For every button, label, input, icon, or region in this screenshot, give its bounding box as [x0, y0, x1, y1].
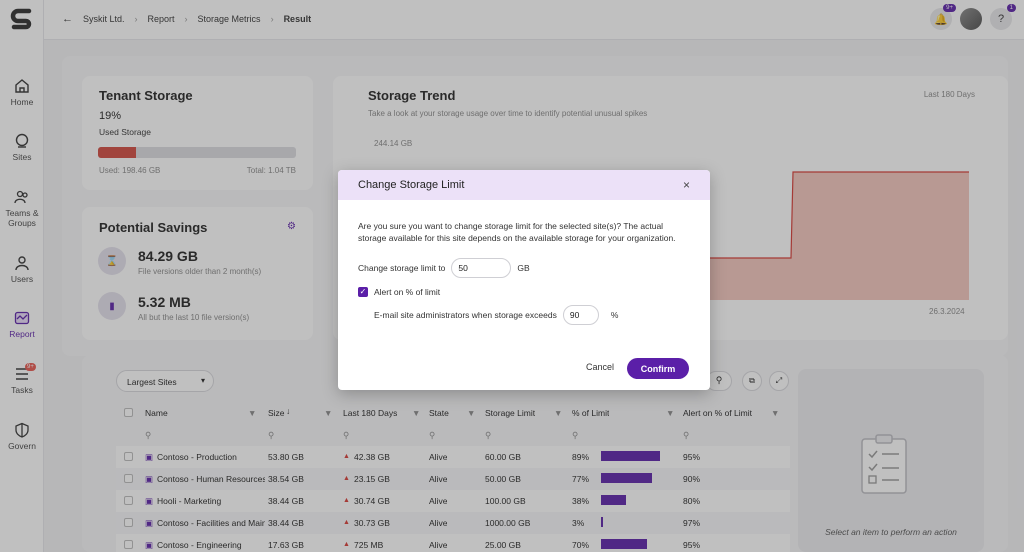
alert-percent-input[interactable]: 90	[562, 305, 599, 325]
confirm-button[interactable]: Confirm	[627, 358, 689, 379]
dialog-message: Are you sure you want to change storage …	[358, 221, 676, 243]
cancel-button[interactable]: Cancel	[586, 362, 614, 372]
storage-limit-input[interactable]: 50	[451, 258, 512, 278]
limit-label: Change storage limit to	[358, 263, 446, 273]
email-unit: %	[610, 310, 619, 320]
alert-label: Alert on % of limit	[374, 287, 441, 297]
alert-checkbox[interactable]: ✓	[358, 287, 368, 297]
change-storage-limit-dialog: Change Storage Limit × Are you sure you …	[338, 170, 710, 390]
limit-unit: GB	[517, 263, 530, 273]
close-icon[interactable]: ×	[683, 178, 690, 192]
email-label: E-mail site administrators when storage …	[374, 310, 557, 320]
dialog-title: Change Storage Limit	[358, 179, 465, 191]
dialog-header: Change Storage Limit ×	[338, 170, 710, 200]
